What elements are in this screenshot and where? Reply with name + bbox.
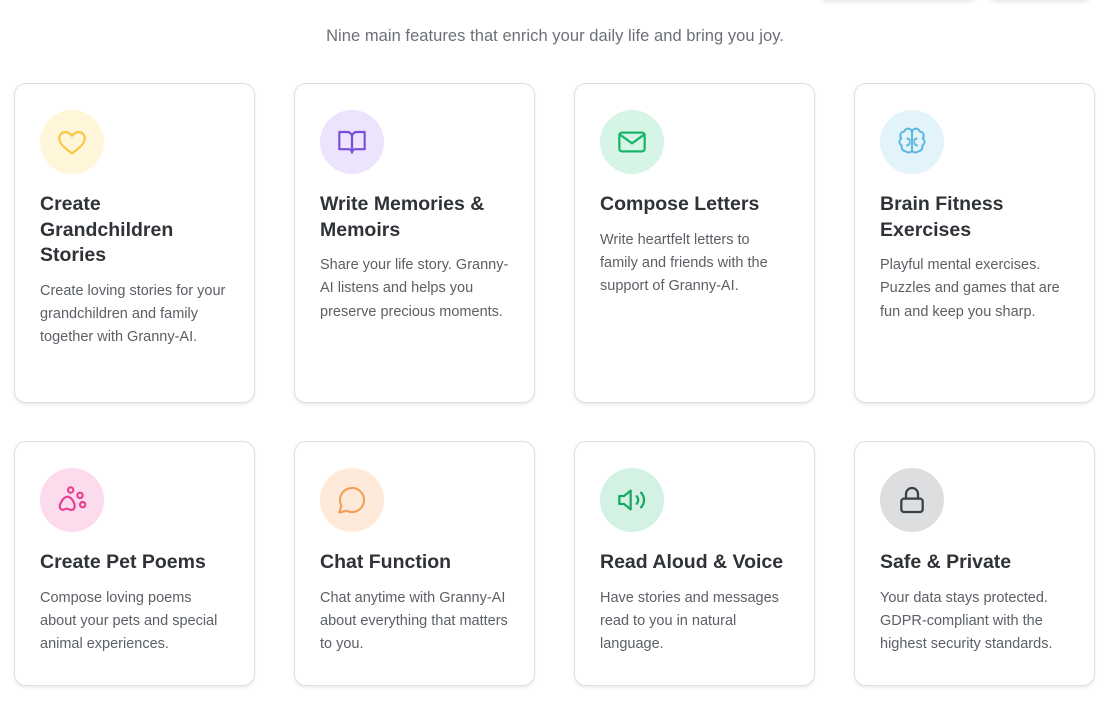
brain-icon (898, 127, 926, 154)
feature-icon-circle (320, 110, 384, 174)
feature-card-grandchildren-stories[interactable]: Create Grandchildren Stories Create lovi… (14, 83, 255, 403)
features-grid: Create Grandchildren Stories Create lovi… (14, 83, 1095, 686)
feature-card-safe-private[interactable]: Safe & Private Your data stays protected… (854, 441, 1095, 686)
feature-title: Read Aloud & Voice (600, 551, 784, 573)
section-subtitle: Nine main features that enrich your dail… (326, 26, 784, 45)
feature-title: Create Grandchildren Stories (40, 193, 174, 266)
mail-icon (618, 131, 646, 153)
feature-icon-circle (40, 110, 104, 174)
feature-title: Chat Function (320, 551, 452, 573)
feature-description: Chat anytime with Granny-AI about everyt… (320, 589, 508, 653)
feature-description: Have stories and messages read to you in… (600, 589, 779, 653)
feature-title: Create Pet Poems (40, 551, 206, 573)
feature-description: Playful mental exercises. Puzzles and ga… (880, 257, 1060, 320)
book-icon (338, 130, 366, 154)
feature-title: Write Memories & Memoirs (320, 193, 485, 241)
feature-card-brain-fitness[interactable]: Brain Fitness Exercises Playful mental e… (854, 83, 1095, 403)
feature-description: Your data stays protected. GDPR-complian… (880, 589, 1053, 653)
chat-bubble-icon (338, 486, 366, 514)
feature-icon-circle (880, 468, 944, 532)
feature-icon-circle (600, 468, 664, 532)
feature-description: Share your life story. Granny-AI listens… (320, 257, 509, 320)
feature-description: Create loving stories for your grandchil… (40, 282, 226, 346)
feature-card-pet-poems[interactable]: Create Pet Poems Compose loving poems ab… (14, 441, 255, 686)
feature-title: Brain Fitness Exercises (880, 193, 1004, 241)
feature-title: Compose Letters (600, 193, 760, 215)
feature-title: Safe & Private (880, 551, 1012, 573)
paw-icon (58, 486, 87, 512)
feature-card-letters[interactable]: Compose Letters Write heartfelt letters … (574, 83, 815, 403)
speaker-icon (618, 489, 646, 511)
feature-card-read-aloud[interactable]: Read Aloud & Voice Have stories and mess… (574, 441, 815, 686)
feature-card-chat[interactable]: Chat Function Chat anytime with Granny-A… (294, 441, 535, 686)
feature-card-memoirs[interactable]: Write Memories & Memoirs Share your life… (294, 83, 535, 403)
lock-icon (900, 486, 924, 514)
heart-icon (58, 130, 86, 155)
feature-description: Write heartfelt letters to family and fr… (600, 231, 768, 295)
feature-icon-circle (40, 468, 104, 532)
feature-icon-circle (320, 468, 384, 532)
feature-description: Compose loving poems about your pets and… (40, 589, 218, 653)
feature-icon-circle (880, 110, 944, 174)
feature-icon-circle (600, 110, 664, 174)
